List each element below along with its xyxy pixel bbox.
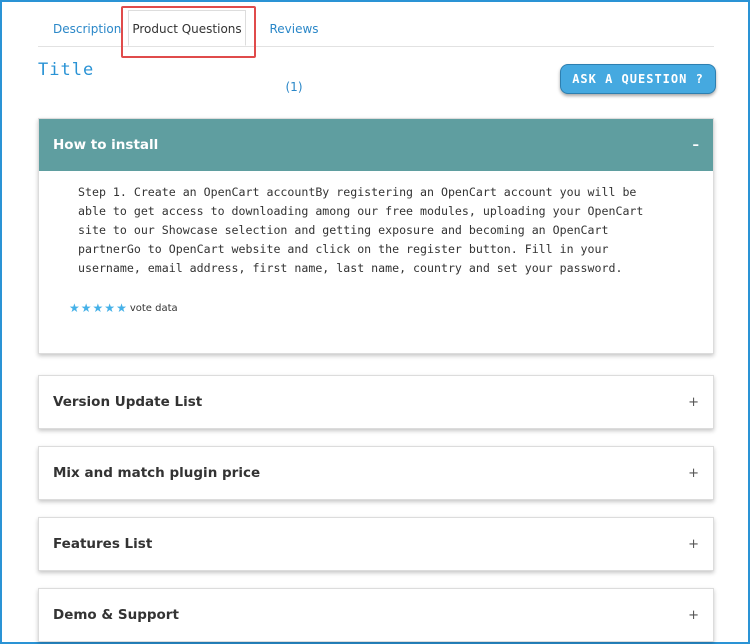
ask-question-button[interactable]: ASK A QUESTION ? [560,64,716,94]
vote-label: vote data [129,302,178,314]
accordion-title: Demo & Support [53,607,179,623]
expand-icon[interactable]: + [688,466,699,481]
accordion-title: How to install [53,137,159,153]
star-icon[interactable]: ★ [116,301,127,315]
expand-icon[interactable]: + [688,537,699,552]
accordion-panel-demo-support[interactable]: Demo & Support + [38,588,714,642]
tab-bar: Description Product Questions Reviews (1… [38,0,714,94]
accordion-body-text: Step 1. Create an OpenCart accountBy reg… [78,185,644,275]
star-icon[interactable]: ★ [81,301,92,315]
star-icon[interactable]: ★ [104,301,115,315]
accordion-panel-features-list[interactable]: Features List + [38,517,714,571]
tab-description[interactable]: Description [53,0,121,46]
accordion-panel-version-update-list[interactable]: Version Update List + [38,375,714,429]
accordion-title: Mix and match plugin price [53,465,261,481]
expand-icon[interactable]: + [688,395,699,410]
rating: ★ ★ ★ ★ ★ vote data [69,301,178,315]
star-icon[interactable]: ★ [69,301,80,315]
accordion-header-how-to-install[interactable]: How to install – [39,119,713,171]
accordion-panel-mix-and-match[interactable]: Mix and match plugin price + [38,446,714,500]
expand-icon[interactable]: + [688,608,699,623]
collapse-icon[interactable]: – [693,138,700,153]
star-icon[interactable]: ★ [93,301,104,315]
tab-product-questions[interactable]: Product Questions [128,10,246,46]
section-title: Title [38,60,95,80]
accordion-title: Features List [53,536,153,552]
tab-reviews[interactable]: Reviews (1) [264,0,324,94]
accordion-panel-how-to-install: How to install – Step 1. Create an OpenC… [38,118,714,354]
accordion-title: Version Update List [53,394,203,410]
